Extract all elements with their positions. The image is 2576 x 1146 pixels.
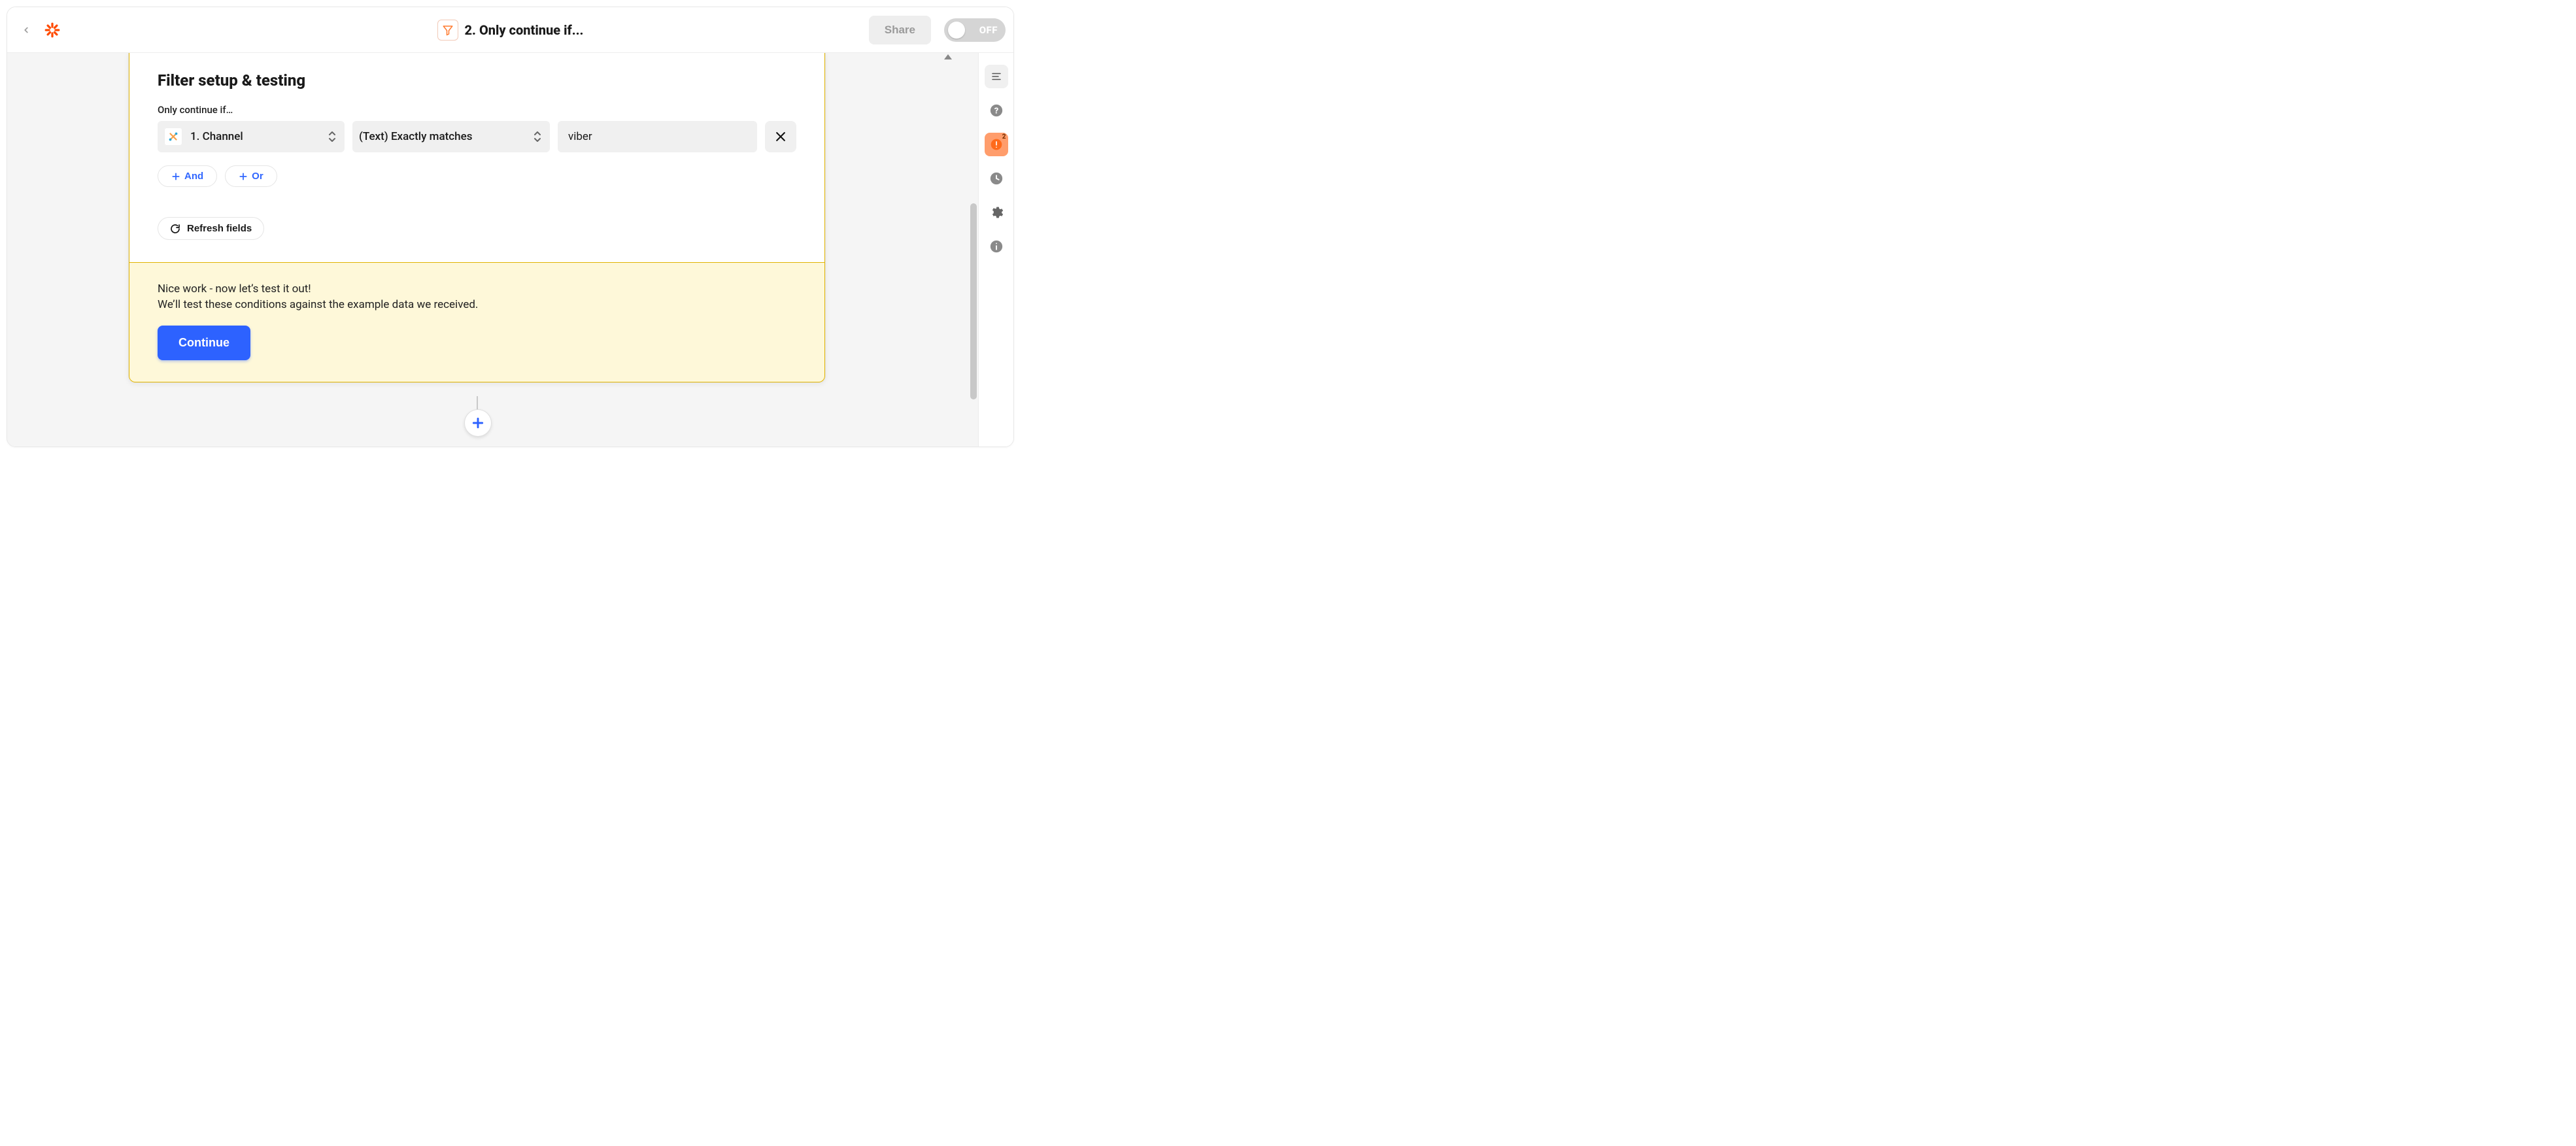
filter-app-icon [437, 20, 458, 41]
alert-count-badge: 2 [1002, 133, 1006, 141]
step-title-text: 2. Only continue if... [465, 22, 584, 38]
condition-operator-label: (Text) Exactly matches [359, 130, 472, 143]
editor-body: Filter setup & testing Only continue if…… [7, 53, 1013, 447]
vertical-scrollbar[interactable] [970, 203, 977, 399]
alert-icon [990, 138, 1003, 151]
rail-history-button[interactable] [985, 167, 1008, 190]
test-line-2: We’ll test these conditions against the … [158, 298, 796, 311]
rail-alerts-button[interactable]: 2 [985, 133, 1008, 156]
rail-info-button[interactable] [985, 235, 1008, 258]
rail-settings-button[interactable] [985, 201, 1008, 224]
condition-value-text: viber [568, 130, 592, 143]
condition-operator-select[interactable]: (Text) Exactly matches [352, 121, 550, 152]
plus-icon [171, 172, 180, 181]
plus-icon [471, 416, 484, 430]
scroll-up-arrow-icon[interactable] [944, 54, 952, 59]
condition-value-input[interactable]: viber [558, 121, 757, 152]
select-stepper-icon [328, 130, 337, 143]
help-icon: ? [989, 103, 1004, 118]
add-or-button[interactable]: Or [225, 165, 277, 187]
condition-hint: Only continue if… [158, 104, 796, 116]
trigger-app-icon [164, 127, 182, 146]
test-panel: Nice work - now let’s test it out! We’ll… [129, 262, 825, 382]
app-window: 2. Only continue if... Share OFF Filter … [7, 7, 1014, 447]
close-icon [774, 130, 787, 143]
rail-outline-button[interactable] [985, 65, 1008, 88]
clock-icon [989, 171, 1004, 186]
svg-text:?: ? [994, 107, 998, 116]
refresh-fields-button[interactable]: Refresh fields [158, 217, 264, 240]
back-button[interactable] [15, 19, 37, 41]
condition-row: 1. Channel (Text) Exactly matches viber [158, 121, 796, 152]
toggle-label: OFF [979, 24, 998, 36]
list-icon [991, 71, 1002, 82]
chevron-left-icon [22, 25, 31, 35]
refresh-label: Refresh fields [187, 223, 252, 234]
condition-field-select[interactable]: 1. Channel [158, 121, 345, 152]
and-label: And [184, 171, 203, 182]
share-button[interactable]: Share [869, 16, 931, 44]
step-title: 2. Only continue if... [437, 7, 584, 53]
add-step-button[interactable] [464, 409, 492, 437]
toggle-knob [948, 22, 965, 39]
add-and-button[interactable]: And [158, 165, 217, 187]
filter-editor-card: Filter setup & testing Only continue if…… [128, 53, 826, 383]
top-bar: 2. Only continue if... Share OFF [7, 7, 1013, 53]
zapier-logo-icon [44, 22, 61, 39]
gear-icon [989, 205, 1004, 220]
select-stepper-icon [533, 130, 542, 143]
clear-condition-button[interactable] [765, 121, 796, 152]
or-label: Or [252, 171, 263, 182]
right-rail: ? 2 [978, 53, 1013, 447]
continue-button[interactable]: Continue [158, 326, 250, 360]
rail-help-button[interactable]: ? [985, 99, 1008, 122]
canvas-area: Filter setup & testing Only continue if…… [7, 53, 978, 447]
plus-icon [239, 172, 248, 181]
zap-toggle[interactable]: OFF [944, 18, 1006, 42]
section-title: Filter setup & testing [158, 71, 796, 90]
condition-field-label: 1. Channel [190, 130, 243, 143]
info-icon [989, 239, 1004, 254]
test-line-1: Nice work - now let’s test it out! [158, 282, 796, 295]
refresh-icon [170, 224, 180, 234]
